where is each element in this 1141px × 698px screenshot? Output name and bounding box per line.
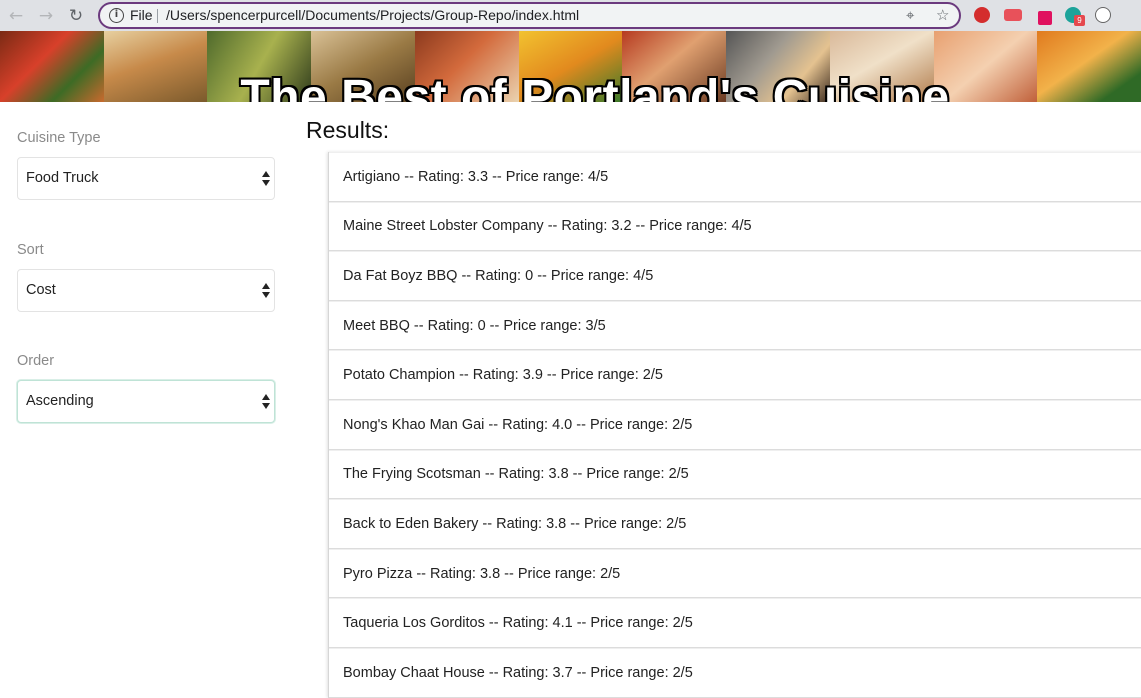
back-arrow-icon[interactable]: ← [5,5,27,27]
result-item[interactable]: Back to Eden Bakery -- Rating: 3.8 -- Pr… [329,499,1141,549]
sort-value: Cost [26,282,56,298]
reload-icon[interactable]: ↻ [65,5,87,27]
header-banner: The Best of Portland's Cuisine [0,31,1141,102]
result-item[interactable]: Da Fat Boyz BBQ -- Rating: 0 -- Price ra… [329,251,1141,301]
results-heading: Results: [306,117,390,143]
result-item[interactable]: Pyro Pizza -- Rating: 3.8 -- Price range… [329,548,1141,599]
forward-arrow-icon[interactable]: → [35,5,57,27]
url-divider [157,9,158,23]
url-text[interactable]: /Users/spencerpurcell/Documents/Projects… [166,7,579,23]
result-item[interactable]: The Frying Scotsman -- Rating: 3.8 -- Pr… [329,449,1141,500]
extension-teal-icon[interactable]: 9 [1065,7,1085,26]
location-icon[interactable]: ⌖ [906,6,914,24]
info-icon[interactable]: i [109,8,124,23]
extension-red-icon[interactable] [974,7,990,23]
extension-white-icon[interactable] [1095,7,1111,23]
result-item[interactable]: Maine Street Lobster Company -- Rating: … [329,201,1141,252]
order-label: Order [17,353,55,369]
select-arrows-icon [262,394,270,410]
select-arrows-icon [262,171,270,187]
cuisine-type-select[interactable]: Food Truck [17,157,275,200]
result-item[interactable]: Nong's Khao Man Gai -- Rating: 4.0 -- Pr… [329,399,1141,450]
order-select[interactable]: Ascending [17,380,275,423]
results-list: Artigiano -- Rating: 3.3 -- Price range:… [328,152,1141,698]
extension-badge: 9 [1074,15,1085,26]
url-scheme-label: File [130,7,153,23]
result-item[interactable]: Potato Champion -- Rating: 3.9 -- Price … [329,350,1141,400]
address-bar[interactable]: i File /Users/spencerpurcell/Documents/P… [98,2,961,29]
result-item[interactable]: Meet BBQ -- Rating: 0 -- Price range: 3/… [329,300,1141,351]
star-icon[interactable]: ☆ [936,6,949,24]
extension-pink-icon[interactable] [1038,11,1052,25]
extension-video-icon[interactable] [1004,9,1022,21]
select-arrows-icon [262,283,270,299]
result-item[interactable]: Taqueria Los Gorditos -- Rating: 4.1 -- … [329,598,1141,648]
cuisine-type-value: Food Truck [26,170,99,186]
browser-toolbar: ← → ↻ i File /Users/spencerpurcell/Docum… [0,0,1141,31]
order-value: Ascending [26,393,94,409]
result-item[interactable]: Artigiano -- Rating: 3.3 -- Price range:… [329,152,1141,202]
cuisine-type-label: Cuisine Type [17,130,101,146]
sort-select[interactable]: Cost [17,269,275,312]
page-title: The Best of Portland's Cuisine [240,71,950,102]
sort-label: Sort [17,242,44,258]
result-item[interactable]: Bombay Chaat House -- Rating: 3.7 -- Pri… [329,647,1141,698]
